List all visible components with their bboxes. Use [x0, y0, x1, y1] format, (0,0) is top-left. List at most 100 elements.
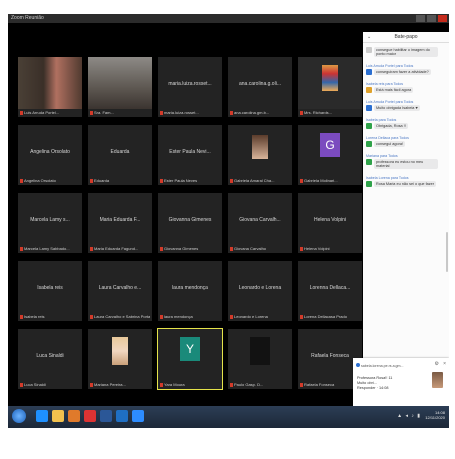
participant-caption: Lorena Dellacasa Prado — [300, 314, 360, 319]
gallery-view: Luis Arruda Portel... Sra. Fam... maria.lu… — [18, 57, 362, 391]
mic-muted-icon — [90, 383, 93, 387]
participant-tile[interactable]: Giovanna Gimenes Giovanna Gimenes — [158, 193, 222, 253]
ie-icon[interactable] — [36, 410, 48, 422]
participant-caption: Helena Volpini — [300, 246, 360, 251]
participant-tile[interactable]: Luca Sinaldi Luca Sinaldi — [18, 329, 82, 389]
participant-tile[interactable]: Isabela reis Isabela reis — [18, 261, 82, 321]
zoom-chat-icon — [356, 363, 360, 367]
notification-reply[interactable]: Responder · 14:08 — [357, 386, 425, 391]
participant-name: ana.carolina.g.oli... — [239, 81, 281, 87]
mic-muted-icon — [230, 111, 233, 115]
participant-caption: Eduarda — [90, 178, 150, 183]
participant-video — [228, 329, 292, 381]
chrome-icon[interactable] — [84, 410, 96, 422]
participant-tile[interactable]: Lorenna Dellaca... Lorena Dellacasa Prado — [298, 261, 362, 321]
start-button[interactable] — [12, 409, 26, 423]
close-icon[interactable]: × — [443, 361, 446, 367]
caption-text: Luis Arruda Portel... — [24, 110, 60, 115]
participant-name: maria.luiza.rosset... — [168, 81, 212, 87]
participant-tile[interactable]: Laura Carvalho e... Laura Carvalho e Sabr… — [88, 261, 152, 321]
mic-muted-icon — [300, 111, 303, 115]
mic-muted-icon — [90, 247, 93, 251]
participant-tile[interactable]: Gabriela Amaral Cha... — [228, 125, 292, 185]
mic-muted-icon — [20, 315, 23, 319]
participant-tile[interactable]: Leonardo e Lorena Leonardo e Lorena — [228, 261, 292, 321]
mic-muted-icon — [300, 247, 303, 251]
mic-muted-icon — [230, 179, 233, 183]
message-sender: Isabela para Todos — [366, 118, 397, 122]
participant-caption: Giovana Carvalho — [230, 246, 290, 251]
mic-muted-icon — [20, 247, 23, 251]
caption-text: Giovanna Gimenes — [164, 246, 199, 251]
message-text: conseguiram fazer a atividade? — [374, 69, 431, 75]
participant-tile[interactable]: Angelina Orsolato Angelina Orsolato — [18, 125, 82, 185]
participant-tile[interactable]: Maria Eduarda F... Maria Eduarda Fagund..… — [88, 193, 152, 253]
participant-caption: Giovanna Gimenes — [160, 246, 220, 251]
system-tray-icons[interactable]: ▲ ◂ ♪ ▮ — [397, 413, 421, 419]
caption-text: Yara Moura — [164, 382, 185, 387]
minimize-button[interactable] — [416, 15, 425, 22]
participant-name: Maria Eduarda F... — [99, 217, 141, 223]
caption-text: Marcela Lamy Sabbado... — [24, 246, 70, 251]
participant-name: Luca Sinaldi — [36, 353, 64, 359]
notification-body: Professora Rosa!! 11 Muito obri... Respo… — [357, 376, 425, 391]
participant-name: Isabela reis — [37, 285, 63, 291]
participant-caption: Luis Arruda Portel... — [20, 110, 80, 115]
close-button[interactable] — [438, 15, 447, 22]
system-clock[interactable]: 14:08 12/11/2020 — [425, 410, 445, 420]
message-text: consegue habilitar o imagem do ponto mai… — [374, 47, 438, 57]
caption-text: Paulo Gasp. D... — [234, 382, 264, 387]
folder-icon[interactable] — [52, 410, 64, 422]
participant-caption: Paulo Gasp. D... — [230, 382, 290, 387]
participant-tile[interactable]: Paulo Gasp. D... — [228, 329, 292, 389]
mic-muted-icon — [300, 315, 303, 319]
sender-avatar — [366, 87, 372, 93]
participant-tile[interactable]: Ester Paula Nevi... Ester Paula Neves — [158, 125, 222, 185]
participant-caption: Gabriela Amaral Cha... — [230, 178, 290, 183]
participant-tile[interactable]: Eduarda Eduarda — [88, 125, 152, 185]
mic-muted-icon — [300, 179, 303, 183]
participant-caption: maria.luiza.rosset... — [160, 110, 220, 115]
chevron-down-icon[interactable]: ⌄ — [367, 32, 371, 42]
chat-header: ⌄ Bate-papo — [363, 32, 449, 43]
participant-tile[interactable]: Mrs. Richards... — [298, 57, 362, 117]
caption-text: Gabriela Amaral Cha... — [234, 178, 275, 183]
participant-tile[interactable]: Y Yara Moura — [157, 328, 223, 390]
participant-tile[interactable]: maria.luiza.rosset... maria.luiza.rosset.… — [158, 57, 222, 117]
message-text: Obrigada, Rosa !! — [374, 123, 408, 129]
avatar: Y — [158, 329, 222, 381]
participant-tile[interactable]: Mariana Pereira... — [88, 329, 152, 389]
participant-tile[interactable]: ana.carolina.g.oli... ana.carolina.gm.b..… — [228, 57, 292, 117]
participant-name: Giovanna Gimenes — [168, 217, 212, 223]
participant-caption: Marcela Lamy Sabbado... — [20, 246, 80, 251]
participant-tile[interactable]: laura mendonça laura mendonça — [158, 261, 222, 321]
message-text: consegui agora! — [374, 141, 406, 147]
media-icon[interactable] — [68, 410, 80, 422]
message-sender: Luis Arruda Portel para Todos — [366, 64, 414, 68]
outlook-icon[interactable] — [116, 410, 128, 422]
message-sender: Lorena Dellaca para Todos — [366, 136, 409, 140]
zoom-icon[interactable] — [132, 410, 144, 422]
participant-tile[interactable]: Helena Volpini Helena Volpini — [298, 193, 362, 253]
chat-notification[interactable]: sabela.lorena.pe.rs.a.gm... ⚙ × Professo… — [353, 358, 449, 410]
participant-tile[interactable]: Sra. Fam... — [88, 57, 152, 117]
chat-message: Isabela para Todos Obrigada, Rosa !! — [366, 118, 446, 129]
participant-photo — [228, 125, 292, 177]
participant-caption: Rafaela Fonseca — [300, 382, 360, 387]
caption-text: Rafaela Fonseca — [304, 382, 335, 387]
notification-sender: sabela.lorena.pe.rs.a.gm... — [361, 364, 404, 368]
participant-tile[interactable]: Luis Arruda Portel... — [18, 57, 82, 117]
gear-icon[interactable]: ⚙ — [435, 361, 439, 367]
participant-tile[interactable]: G Gabriela Molinari... — [298, 125, 362, 185]
chat-message: Lorena Dellaca para Todos consegui agora! — [366, 136, 446, 147]
chat-scrollbar[interactable] — [446, 232, 448, 272]
message-sender: Isabela Lorena para Todos — [366, 176, 409, 180]
caption-text: laura mendonça — [164, 314, 193, 319]
word-icon[interactable] — [100, 410, 112, 422]
participant-name: Marcela Lamy s... — [30, 217, 70, 223]
participant-tile[interactable]: Giovana Carvalh... Giovana Carvalho — [228, 193, 292, 253]
participant-caption: Ester Paula Neves — [160, 178, 220, 183]
participant-tile[interactable]: Marcela Lamy s... Marcela Lamy Sabbado... — [18, 193, 82, 253]
maximize-button[interactable] — [427, 15, 436, 22]
caption-text: maria.luiza.rosset... — [164, 110, 199, 115]
